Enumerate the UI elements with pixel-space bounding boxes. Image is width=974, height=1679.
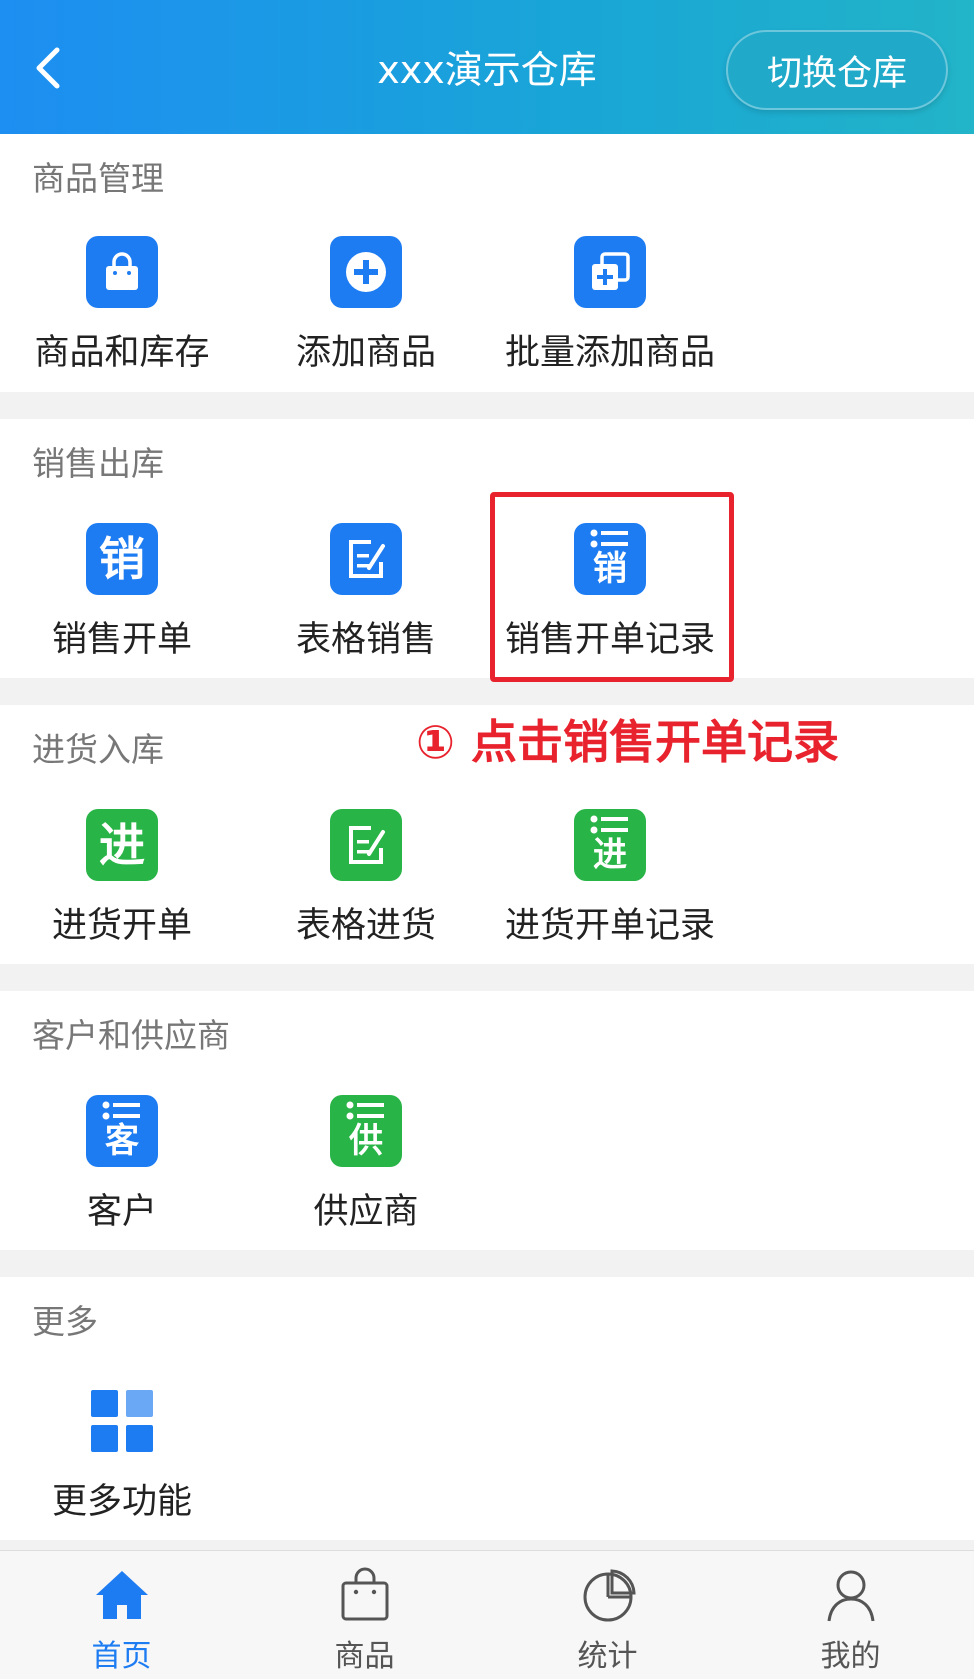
home-icon: [96, 1571, 148, 1619]
batch-add-icon: [574, 236, 646, 308]
top-navigation-bar: xxx演示仓库 切换仓库: [0, 0, 974, 134]
tab-label: 我的: [820, 1639, 881, 1674]
add-goods-item[interactable]: 添加商品: [244, 236, 488, 386]
highlight-box: [490, 492, 734, 682]
user-icon: [827, 1570, 875, 1622]
warehouse-title: xxx演示仓库: [377, 48, 597, 92]
item-label: 客户: [86, 1192, 157, 1232]
customers-item[interactable]: 客 客户: [0, 1095, 244, 1245]
item-label: 商品和库存: [34, 333, 210, 373]
table-purchase-item[interactable]: 表格进货: [244, 809, 488, 959]
item-label: 批量添加商品: [504, 333, 715, 373]
sale-glyph-icon: 销: [86, 523, 158, 595]
tab-label: 统计: [577, 1639, 638, 1674]
section-title: 商品管理: [32, 159, 164, 198]
shopping-bag-icon: [86, 236, 158, 308]
item-label: 供应商: [313, 1192, 419, 1232]
goods-and-inventory-item[interactable]: 商品和库存: [0, 236, 244, 386]
section-title: 客户和供应商: [32, 1016, 230, 1055]
back-button[interactable]: [22, 38, 74, 98]
bag-icon: [341, 1567, 389, 1621]
section-title: 更多: [32, 1302, 98, 1341]
grid-icon: [86, 1385, 158, 1457]
tab-label: 首页: [91, 1639, 152, 1674]
switch-warehouse-button[interactable]: 切换仓库: [726, 30, 948, 110]
item-label: 更多功能: [51, 1482, 192, 1522]
sales-order-item[interactable]: 销 销售开单: [0, 523, 244, 673]
purchase-list-icon: 进: [574, 809, 646, 881]
section-goods-management: 商品管理 商品和库存 添加商品 批量添加商品: [0, 134, 974, 392]
bottom-tab-bar: 首页 商品 统计 我的: [0, 1550, 974, 1679]
instruction-annotation: ① 点击销售开单记录: [416, 715, 839, 769]
purchase-order-item[interactable]: 进 进货开单: [0, 809, 244, 959]
tab-statistics[interactable]: 统计: [486, 1551, 729, 1679]
tab-home[interactable]: 首页: [0, 1551, 243, 1679]
suppliers-item[interactable]: 供 供应商: [244, 1095, 488, 1245]
tab-label: 商品: [334, 1639, 395, 1674]
section-more: 更多 更多功能: [0, 1277, 974, 1540]
purchase-glyph-icon: 进: [86, 809, 158, 881]
form-edit-icon: [330, 809, 402, 881]
supplier-list-icon: 供: [330, 1095, 402, 1167]
more-features-item[interactable]: 更多功能: [0, 1385, 244, 1535]
customer-list-icon: 客: [86, 1095, 158, 1167]
plus-circle-icon: [330, 236, 402, 308]
purchase-order-records-item[interactable]: 进 进货开单记录: [488, 809, 732, 959]
table-sales-item[interactable]: 表格销售: [244, 523, 488, 673]
batch-add-goods-item[interactable]: 批量添加商品: [488, 236, 732, 386]
back-icon: [36, 47, 60, 89]
section-title: 进货入库: [32, 730, 164, 769]
item-label: 表格进货: [295, 906, 436, 946]
form-edit-icon: [330, 523, 402, 595]
item-label: 进货开单: [51, 906, 192, 946]
item-label: 添加商品: [295, 333, 436, 373]
pie-chart-icon: [583, 1569, 636, 1622]
section-title: 销售出库: [32, 444, 164, 483]
section-customers-suppliers: 客户和供应商 客 客户 供 供应商: [0, 991, 974, 1250]
tab-mine[interactable]: 我的: [729, 1551, 972, 1679]
tab-goods[interactable]: 商品: [243, 1551, 486, 1679]
item-label: 表格销售: [295, 620, 436, 660]
item-label: 进货开单记录: [504, 906, 715, 946]
item-label: 销售开单: [51, 620, 192, 660]
section-sales-outbound: 销售出库 销 销售开单 表格销售 销 销售开单记录: [0, 419, 974, 678]
